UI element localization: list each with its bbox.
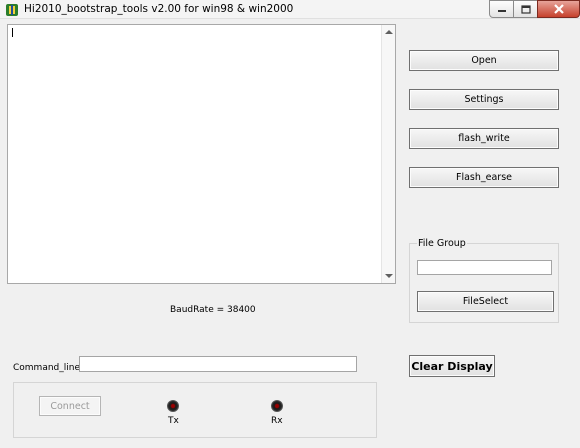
open-button[interactable]: Open (409, 50, 559, 71)
connect-button[interactable]: Connect (39, 396, 101, 416)
close-icon (553, 4, 564, 14)
settings-button[interactable]: Settings (409, 89, 559, 110)
command-line-label: Command_line (13, 363, 80, 373)
minimize-icon (497, 10, 506, 12)
rx-indicator-icon (271, 400, 283, 412)
app-logo-icon (6, 4, 18, 16)
file-group-box: File Group FileSelect (409, 238, 559, 323)
baud-rate-label: BaudRate = 38400 (170, 305, 256, 315)
minimize-button[interactable] (489, 0, 514, 18)
maximize-icon (520, 4, 531, 14)
maximize-button[interactable] (513, 0, 538, 18)
file-path-input[interactable] (417, 260, 552, 275)
file-group-title: File Group (417, 238, 467, 249)
vertical-scrollbar[interactable] (381, 25, 395, 283)
scroll-up-icon[interactable] (385, 30, 393, 34)
flash-erase-button[interactable]: Flash_earse (409, 167, 559, 188)
close-button[interactable] (537, 0, 580, 18)
output-textarea[interactable] (7, 24, 396, 284)
command-line-input[interactable] (79, 356, 357, 372)
window-title: Hi2010_bootstrap_tools v2.00 for win98 &… (24, 3, 294, 15)
text-caret (12, 28, 13, 37)
connection-group-box: Connect Tx Rx (13, 382, 377, 438)
tx-label: Tx (168, 416, 179, 426)
flash-write-button[interactable]: flash_write (409, 128, 559, 149)
rx-label: Rx (271, 416, 283, 426)
clear-display-button[interactable]: Clear Display (409, 355, 495, 377)
title-bar: Hi2010_bootstrap_tools v2.00 for win98 &… (0, 0, 580, 19)
scroll-down-icon[interactable] (385, 274, 393, 278)
tx-indicator-icon (167, 400, 179, 412)
file-select-button[interactable]: FileSelect (417, 291, 554, 312)
